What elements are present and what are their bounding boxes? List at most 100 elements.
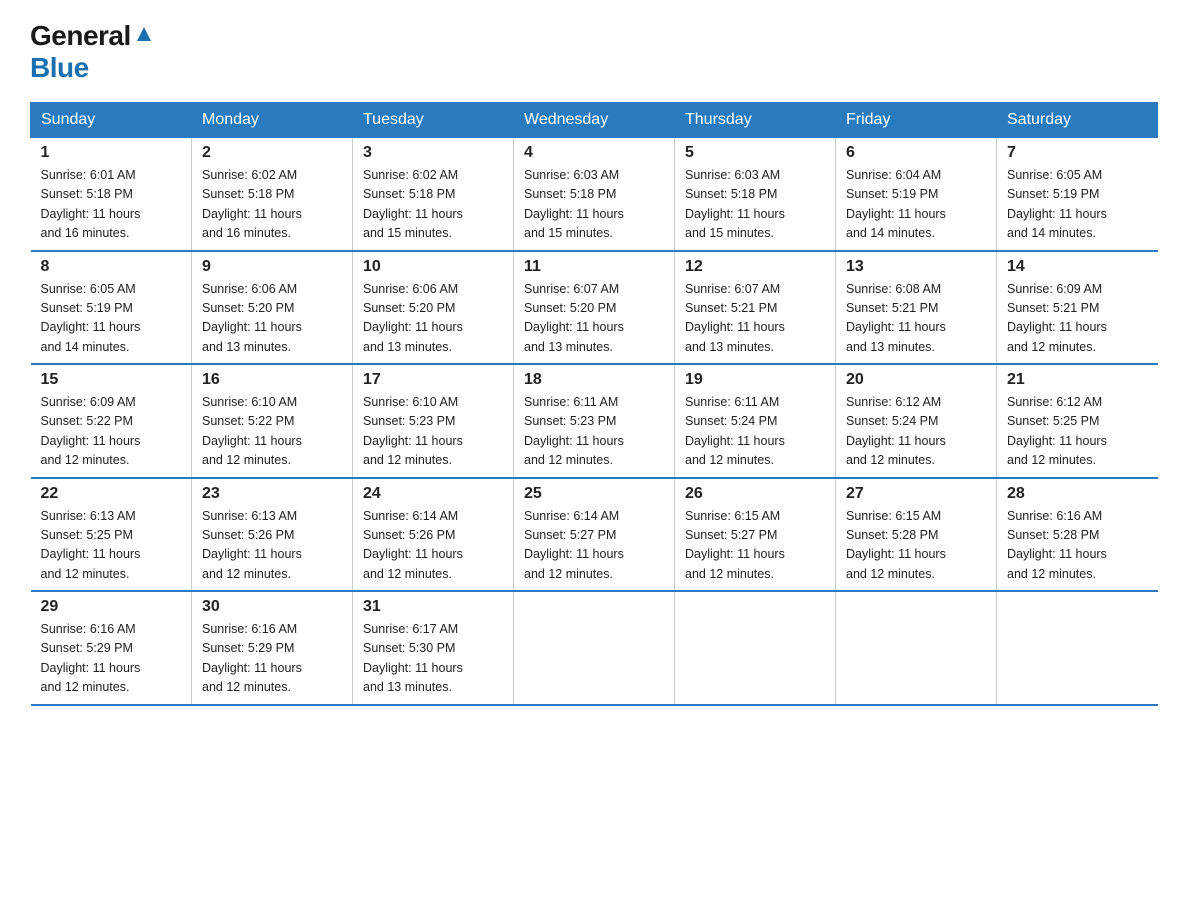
calendar-cell: 17 Sunrise: 6:10 AMSunset: 5:23 PMDaylig… xyxy=(353,364,514,478)
day-number: 11 xyxy=(524,258,664,276)
day-info: Sunrise: 6:16 AMSunset: 5:28 PMDaylight:… xyxy=(1007,509,1107,581)
calendar-cell: 21 Sunrise: 6:12 AMSunset: 5:25 PMDaylig… xyxy=(997,364,1158,478)
day-info: Sunrise: 6:14 AMSunset: 5:26 PMDaylight:… xyxy=(363,509,463,581)
weekday-header-monday: Monday xyxy=(192,103,353,138)
calendar-cell: 29 Sunrise: 6:16 AMSunset: 5:29 PMDaylig… xyxy=(31,591,192,705)
day-info: Sunrise: 6:16 AMSunset: 5:29 PMDaylight:… xyxy=(202,622,302,694)
day-number: 2 xyxy=(202,144,342,162)
logo-blue-text: Blue xyxy=(30,52,89,84)
day-info: Sunrise: 6:16 AMSunset: 5:29 PMDaylight:… xyxy=(41,622,141,694)
day-number: 29 xyxy=(41,598,182,616)
day-number: 15 xyxy=(41,371,182,389)
weekday-header-thursday: Thursday xyxy=(675,103,836,138)
calendar-cell: 30 Sunrise: 6:16 AMSunset: 5:29 PMDaylig… xyxy=(192,591,353,705)
day-info: Sunrise: 6:10 AMSunset: 5:22 PMDaylight:… xyxy=(202,395,302,467)
day-info: Sunrise: 6:12 AMSunset: 5:24 PMDaylight:… xyxy=(846,395,946,467)
day-info: Sunrise: 6:14 AMSunset: 5:27 PMDaylight:… xyxy=(524,509,624,581)
calendar-cell: 20 Sunrise: 6:12 AMSunset: 5:24 PMDaylig… xyxy=(836,364,997,478)
day-info: Sunrise: 6:03 AMSunset: 5:18 PMDaylight:… xyxy=(685,168,785,240)
day-number: 5 xyxy=(685,144,825,162)
day-number: 23 xyxy=(202,485,342,503)
day-number: 22 xyxy=(41,485,182,503)
day-number: 24 xyxy=(363,485,503,503)
day-number: 6 xyxy=(846,144,986,162)
calendar-cell: 13 Sunrise: 6:08 AMSunset: 5:21 PMDaylig… xyxy=(836,251,997,365)
day-number: 27 xyxy=(846,485,986,503)
day-info: Sunrise: 6:11 AMSunset: 5:23 PMDaylight:… xyxy=(524,395,624,467)
day-number: 1 xyxy=(41,144,182,162)
calendar-cell: 11 Sunrise: 6:07 AMSunset: 5:20 PMDaylig… xyxy=(514,251,675,365)
day-number: 10 xyxy=(363,258,503,276)
day-number: 19 xyxy=(685,371,825,389)
calendar-cell: 10 Sunrise: 6:06 AMSunset: 5:20 PMDaylig… xyxy=(353,251,514,365)
calendar-week-row: 22 Sunrise: 6:13 AMSunset: 5:25 PMDaylig… xyxy=(31,478,1158,592)
day-number: 14 xyxy=(1007,258,1148,276)
day-number: 25 xyxy=(524,485,664,503)
day-info: Sunrise: 6:01 AMSunset: 5:18 PMDaylight:… xyxy=(41,168,141,240)
day-info: Sunrise: 6:06 AMSunset: 5:20 PMDaylight:… xyxy=(363,282,463,354)
day-number: 9 xyxy=(202,258,342,276)
weekday-header-friday: Friday xyxy=(836,103,997,138)
day-number: 21 xyxy=(1007,371,1148,389)
calendar-cell: 2 Sunrise: 6:02 AMSunset: 5:18 PMDayligh… xyxy=(192,138,353,251)
weekday-header-tuesday: Tuesday xyxy=(353,103,514,138)
calendar-cell xyxy=(675,591,836,705)
day-number: 26 xyxy=(685,485,825,503)
day-number: 7 xyxy=(1007,144,1148,162)
day-info: Sunrise: 6:07 AMSunset: 5:20 PMDaylight:… xyxy=(524,282,624,354)
day-number: 28 xyxy=(1007,485,1148,503)
calendar-cell: 4 Sunrise: 6:03 AMSunset: 5:18 PMDayligh… xyxy=(514,138,675,251)
calendar-cell: 8 Sunrise: 6:05 AMSunset: 5:19 PMDayligh… xyxy=(31,251,192,365)
calendar-cell: 31 Sunrise: 6:17 AMSunset: 5:30 PMDaylig… xyxy=(353,591,514,705)
day-number: 31 xyxy=(363,598,503,616)
calendar-cell xyxy=(997,591,1158,705)
calendar-cell: 26 Sunrise: 6:15 AMSunset: 5:27 PMDaylig… xyxy=(675,478,836,592)
calendar-cell: 28 Sunrise: 6:16 AMSunset: 5:28 PMDaylig… xyxy=(997,478,1158,592)
calendar-week-row: 29 Sunrise: 6:16 AMSunset: 5:29 PMDaylig… xyxy=(31,591,1158,705)
day-info: Sunrise: 6:02 AMSunset: 5:18 PMDaylight:… xyxy=(363,168,463,240)
day-number: 17 xyxy=(363,371,503,389)
day-number: 3 xyxy=(363,144,503,162)
calendar-week-row: 8 Sunrise: 6:05 AMSunset: 5:19 PMDayligh… xyxy=(31,251,1158,365)
day-number: 30 xyxy=(202,598,342,616)
day-number: 8 xyxy=(41,258,182,276)
calendar-week-row: 1 Sunrise: 6:01 AMSunset: 5:18 PMDayligh… xyxy=(31,138,1158,251)
calendar-cell xyxy=(514,591,675,705)
day-number: 18 xyxy=(524,371,664,389)
day-info: Sunrise: 6:09 AMSunset: 5:21 PMDaylight:… xyxy=(1007,282,1107,354)
calendar-cell: 18 Sunrise: 6:11 AMSunset: 5:23 PMDaylig… xyxy=(514,364,675,478)
calendar-cell: 12 Sunrise: 6:07 AMSunset: 5:21 PMDaylig… xyxy=(675,251,836,365)
page-header: General Blue xyxy=(30,20,1158,84)
day-info: Sunrise: 6:15 AMSunset: 5:28 PMDaylight:… xyxy=(846,509,946,581)
day-number: 4 xyxy=(524,144,664,162)
day-info: Sunrise: 6:13 AMSunset: 5:26 PMDaylight:… xyxy=(202,509,302,581)
calendar-cell: 27 Sunrise: 6:15 AMSunset: 5:28 PMDaylig… xyxy=(836,478,997,592)
calendar-cell: 24 Sunrise: 6:14 AMSunset: 5:26 PMDaylig… xyxy=(353,478,514,592)
calendar-cell: 7 Sunrise: 6:05 AMSunset: 5:19 PMDayligh… xyxy=(997,138,1158,251)
day-info: Sunrise: 6:03 AMSunset: 5:18 PMDaylight:… xyxy=(524,168,624,240)
day-number: 12 xyxy=(685,258,825,276)
weekday-header-sunday: Sunday xyxy=(31,103,192,138)
calendar-cell: 19 Sunrise: 6:11 AMSunset: 5:24 PMDaylig… xyxy=(675,364,836,478)
day-info: Sunrise: 6:05 AMSunset: 5:19 PMDaylight:… xyxy=(1007,168,1107,240)
day-info: Sunrise: 6:17 AMSunset: 5:30 PMDaylight:… xyxy=(363,622,463,694)
logo-general-text: General xyxy=(30,20,131,52)
day-info: Sunrise: 6:11 AMSunset: 5:24 PMDaylight:… xyxy=(685,395,785,467)
weekday-header-saturday: Saturday xyxy=(997,103,1158,138)
day-info: Sunrise: 6:06 AMSunset: 5:20 PMDaylight:… xyxy=(202,282,302,354)
logo: General Blue xyxy=(30,20,155,84)
calendar-cell xyxy=(836,591,997,705)
calendar-table: SundayMondayTuesdayWednesdayThursdayFrid… xyxy=(30,102,1158,706)
day-info: Sunrise: 6:08 AMSunset: 5:21 PMDaylight:… xyxy=(846,282,946,354)
day-number: 13 xyxy=(846,258,986,276)
day-info: Sunrise: 6:09 AMSunset: 5:22 PMDaylight:… xyxy=(41,395,141,467)
day-info: Sunrise: 6:15 AMSunset: 5:27 PMDaylight:… xyxy=(685,509,785,581)
calendar-cell: 15 Sunrise: 6:09 AMSunset: 5:22 PMDaylig… xyxy=(31,364,192,478)
day-info: Sunrise: 6:13 AMSunset: 5:25 PMDaylight:… xyxy=(41,509,141,581)
calendar-cell: 22 Sunrise: 6:13 AMSunset: 5:25 PMDaylig… xyxy=(31,478,192,592)
calendar-cell: 25 Sunrise: 6:14 AMSunset: 5:27 PMDaylig… xyxy=(514,478,675,592)
calendar-week-row: 15 Sunrise: 6:09 AMSunset: 5:22 PMDaylig… xyxy=(31,364,1158,478)
day-info: Sunrise: 6:05 AMSunset: 5:19 PMDaylight:… xyxy=(41,282,141,354)
calendar-cell: 16 Sunrise: 6:10 AMSunset: 5:22 PMDaylig… xyxy=(192,364,353,478)
calendar-cell: 9 Sunrise: 6:06 AMSunset: 5:20 PMDayligh… xyxy=(192,251,353,365)
